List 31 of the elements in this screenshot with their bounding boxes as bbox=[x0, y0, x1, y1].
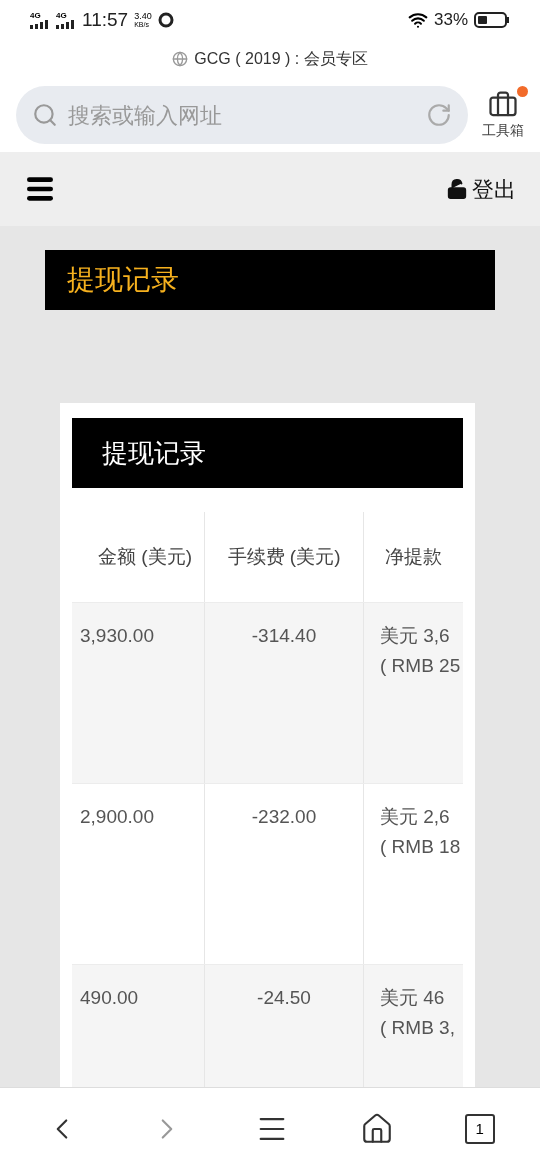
column-header: 净提款 bbox=[384, 544, 443, 569]
table-cell: 2,900.00 bbox=[80, 806, 154, 827]
signal-icon bbox=[56, 19, 76, 29]
logout-button[interactable]: 登出 bbox=[446, 172, 516, 206]
table-cell: -24.50 bbox=[257, 987, 311, 1008]
table-cell: 490.00 bbox=[80, 987, 139, 1008]
page-banner: 提现记录 bbox=[45, 250, 495, 310]
page-title: GCG ( 2019 ) : 会员专区 bbox=[194, 49, 368, 69]
signal-icon bbox=[30, 19, 50, 29]
table-cell: -314.40 bbox=[251, 625, 317, 646]
search-field[interactable]: 搜索或输入网址 bbox=[68, 98, 416, 132]
table-cell: 美元 2,6 ( RMB 18 bbox=[380, 806, 461, 857]
toolbox-button[interactable]: 工具箱 bbox=[482, 89, 524, 141]
table-cell: 美元 3,6 ( RMB 25 bbox=[380, 625, 461, 676]
app-icon bbox=[157, 12, 174, 28]
card-header: 提现记录 bbox=[72, 418, 463, 488]
table-cell: 美元 46 ( RMB 3, bbox=[380, 987, 455, 1038]
tabs-button[interactable]: 1 bbox=[464, 1114, 495, 1144]
network-label: 4G bbox=[56, 11, 67, 20]
globe-icon bbox=[172, 51, 189, 67]
network-label: 4G bbox=[30, 11, 41, 20]
table-cell: 3,930.00 bbox=[80, 625, 154, 646]
speed-value: 3.40 bbox=[134, 12, 152, 21]
table-cell: -232.00 bbox=[251, 806, 317, 827]
search-bar[interactable]: 搜索或输入网址 bbox=[16, 86, 468, 144]
clock: 11:57 bbox=[82, 7, 129, 32]
battery-percent: 33% bbox=[433, 9, 468, 32]
search-icon bbox=[32, 102, 58, 128]
padlock-icon bbox=[446, 178, 468, 200]
wifi-icon bbox=[407, 10, 428, 30]
battery-icon bbox=[474, 12, 510, 28]
